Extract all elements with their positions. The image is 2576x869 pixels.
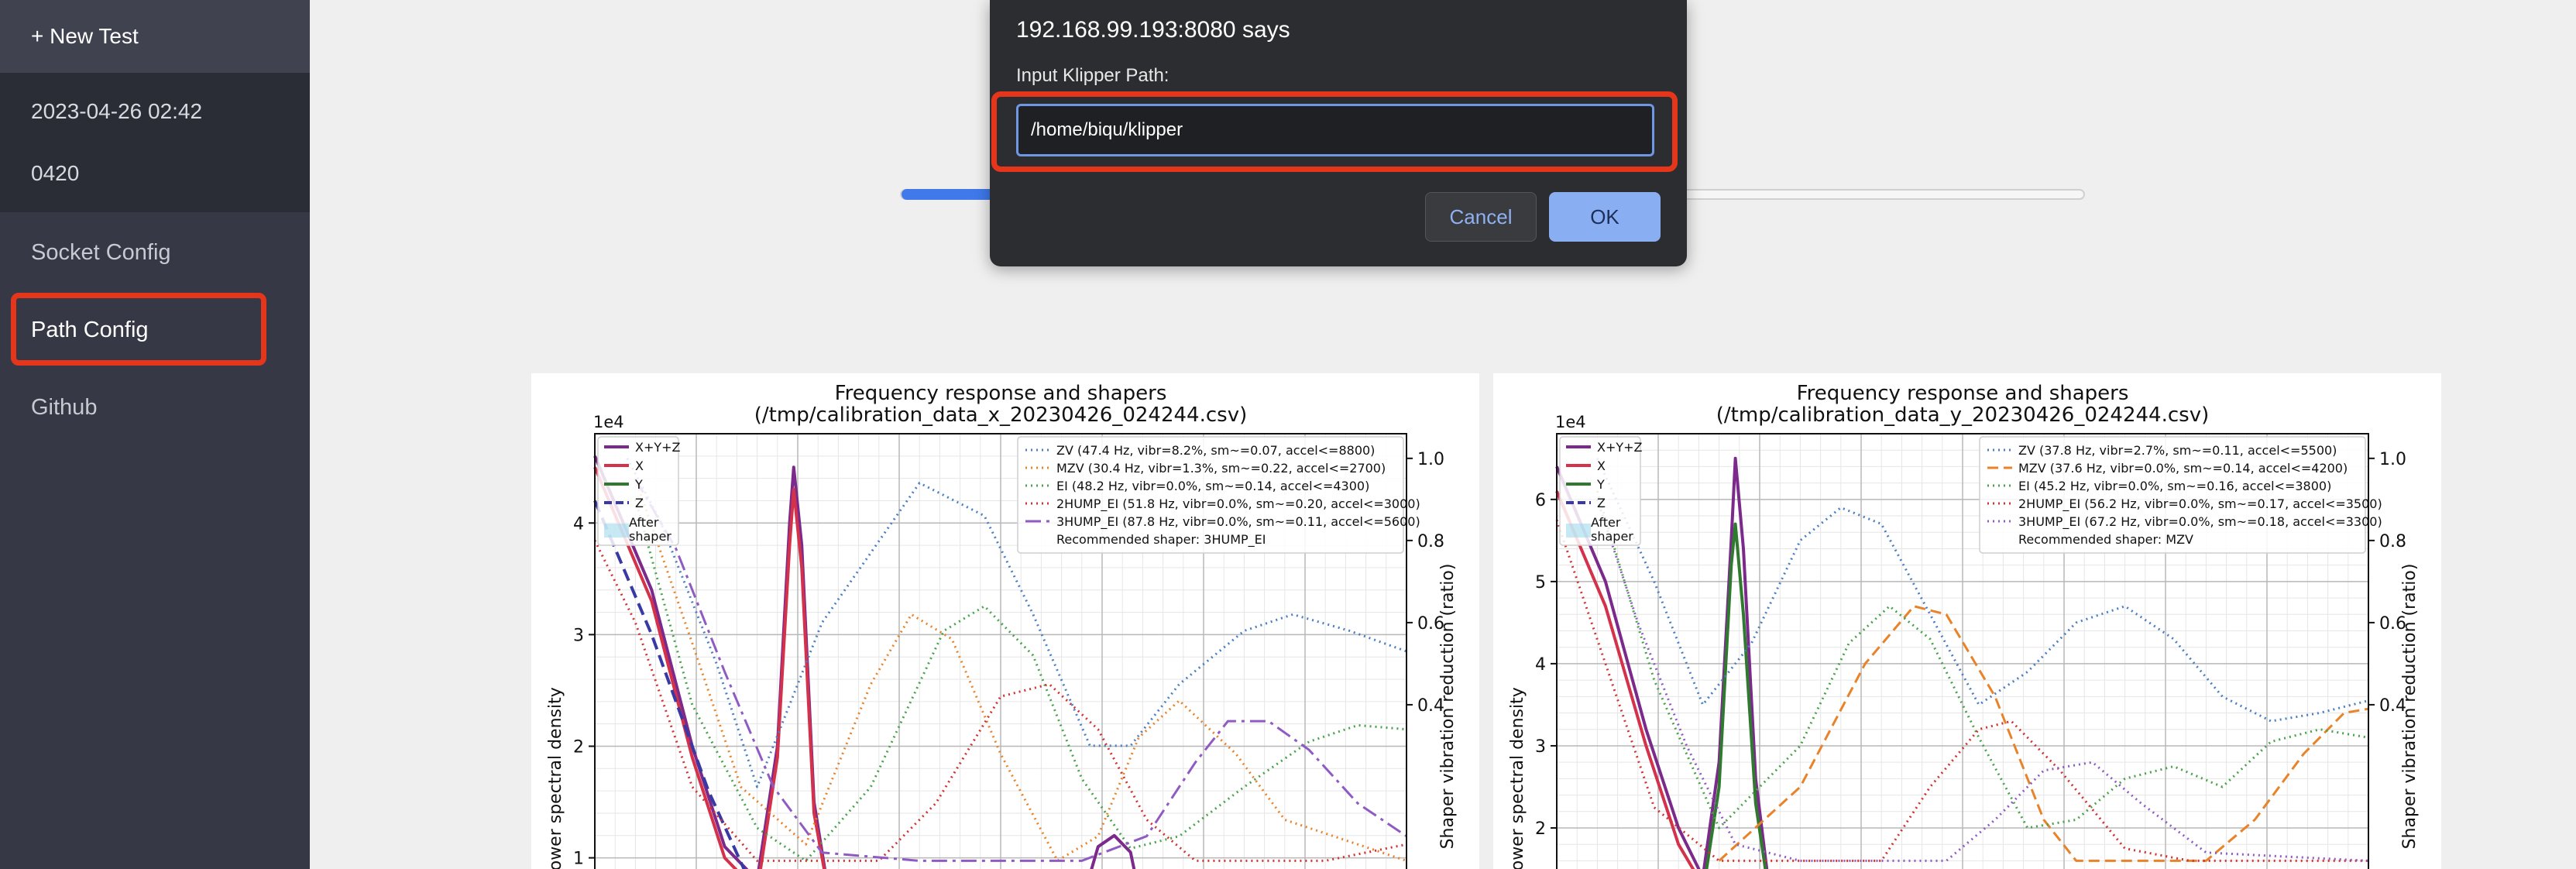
legend-label: MZV (37.6 Hz, vibr=0.0%, sm~=0.14, accel… [2018, 461, 2348, 476]
legend-label: Recommended shaper: 3HUMP_EI [1056, 532, 1266, 548]
ok-button[interactable]: OK [1549, 192, 1661, 242]
legend-label: EI (45.2 Hz, vibr=0.0%, sm~=0.16, accel<… [2018, 479, 2331, 493]
chart-card-y: Frequency response and shapers (/tmp/cali… [1493, 373, 2441, 869]
y-tick-label: 5 [1535, 573, 1546, 592]
legend-label: 2HUMP_EI (51.8 Hz, vibr=0.0%, sm~=0.20, … [1056, 496, 1420, 512]
legend-label: X+Y+Z [1597, 440, 1643, 455]
legend-swatch [1566, 524, 1591, 538]
sidebar-item-path-config[interactable]: Path Config [31, 318, 149, 343]
dialog-message: Input Klipper Path: [1016, 65, 1170, 86]
sidebar: + New Test 2023-04-26 02:42 0420 Socket … [0, 0, 310, 869]
y-tick-label: 4 [573, 514, 584, 534]
legend-label: X+Y+Z [635, 440, 681, 455]
legend-label: 3HUMP_EI (67.2 Hz, vibr=0.0%, sm~=0.18, … [2018, 514, 2382, 530]
chart-title: Frequency response and shapers [1797, 382, 2129, 405]
chart-y: Frequency response and shapers(/tmp/cali… [1508, 382, 2420, 869]
chart-title: Frequency response and shapers [835, 382, 1167, 405]
klipper-path-input[interactable] [1016, 104, 1654, 156]
legend-label: ZV (47.4 Hz, vibr=8.2%, sm~=0.07, accel<… [1056, 443, 1375, 458]
legend-label: Y [1596, 477, 1605, 492]
legend-label: 3HUMP_EI (87.8 Hz, vibr=0.0%, sm~=0.11, … [1056, 514, 1420, 530]
y-scale-label: 1e4 [593, 413, 624, 431]
chart-card-x: Frequency response and shapers (/tmp/cali… [531, 373, 1479, 869]
legend-label: MZV (30.4 Hz, vibr=1.3%, sm~=0.22, accel… [1056, 461, 1386, 476]
history-list: 2023-04-26 02:42 0420 [0, 73, 310, 212]
legend-label: Y [634, 477, 643, 492]
dialog-title: 192.168.99.193:8080 says [1016, 17, 1290, 43]
legend-label: After [629, 515, 659, 530]
y-tick-label: 6 [1535, 491, 1546, 510]
legend-label: Recommended shaper: MZV [2018, 532, 2193, 547]
y2-tick-label: 0.8 [1417, 532, 1444, 551]
cancel-button[interactable]: Cancel [1425, 192, 1537, 242]
y-tick-label: 4 [1535, 655, 1546, 675]
legend-label: X [1597, 459, 1606, 473]
chart-x: Frequency response and shapers(/tmp/cali… [546, 382, 1458, 869]
chart-subtitle: (/tmp/calibration_data_y_20230426_024244… [1716, 404, 2209, 427]
y-scale-label: 1e4 [1555, 413, 1586, 431]
legend-label: Z [635, 496, 644, 510]
y2-axis-label: Shaper vibration reduction (ratio) [2400, 564, 2420, 850]
y-tick-label: 3 [573, 626, 584, 645]
legend-label: EI (48.2 Hz, vibr=0.0%, sm~=0.14, accel<… [1056, 479, 1369, 493]
y-tick-label: 1 [573, 850, 584, 869]
sidebar-item-socket-config[interactable]: Socket Config [31, 240, 171, 266]
history-item-name[interactable]: 0420 [31, 161, 79, 186]
y2-tick-label: 1.0 [1417, 450, 1444, 469]
y2-tick-label: 1.0 [2379, 450, 2406, 469]
y-tick-label: 2 [573, 737, 584, 757]
legend-label: After [1591, 515, 1621, 530]
new-test-button[interactable]: + New Test [0, 0, 310, 73]
new-test-label: + New Test [31, 24, 139, 48]
legend-label: shaper [1591, 529, 1633, 544]
y-tick-label: 2 [1535, 819, 1546, 839]
legend-swatch [604, 524, 629, 538]
legend-label: X [635, 459, 644, 473]
y2-axis-label: Shaper vibration reduction (ratio) [1438, 564, 1458, 850]
y-axis-label: Power spectral density [546, 687, 565, 869]
history-item-date[interactable]: 2023-04-26 02:42 [31, 99, 202, 124]
y2-tick-label: 0.8 [2379, 532, 2406, 551]
y-axis-label: Power spectral density [1508, 687, 1527, 869]
legend-label: Z [1597, 496, 1606, 510]
legend-label: 2HUMP_EI (56.2 Hz, vibr=0.0%, sm~=0.17, … [2018, 496, 2382, 512]
chart-subtitle: (/tmp/calibration_data_x_20230426_024244… [754, 404, 1247, 427]
prompt-dialog: 192.168.99.193:8080 says Input Klipper P… [990, 0, 1687, 266]
legend-label: shaper [629, 529, 671, 544]
y-tick-label: 3 [1535, 737, 1546, 757]
sidebar-item-github[interactable]: Github [31, 395, 97, 421]
legend-label: ZV (37.8 Hz, vibr=2.7%, sm~=0.11, accel<… [2018, 443, 2337, 458]
